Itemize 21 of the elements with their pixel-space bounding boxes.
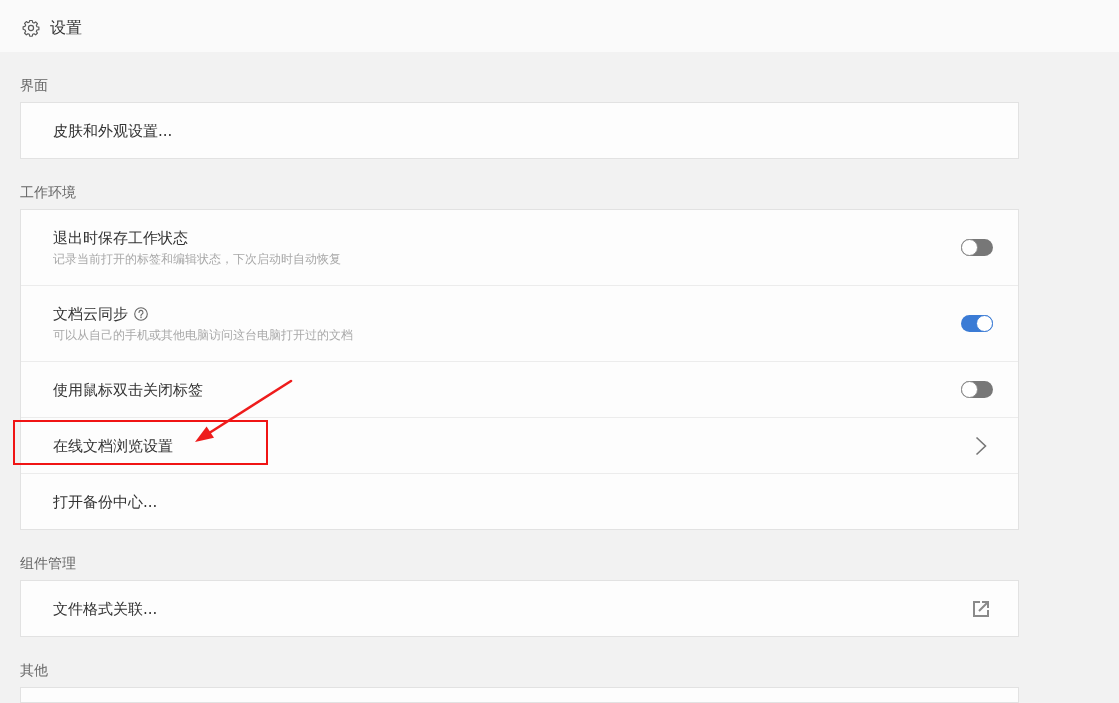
setting-description: 可以从自己的手机或其他电脑访问这台电脑打开过的文档 (53, 328, 353, 343)
setting-link[interactable]: 打开备份中心... (53, 491, 158, 512)
gear-icon (22, 19, 40, 37)
setting-description: 记录当前打开的标签和编辑状态，下次启动时自动恢复 (53, 252, 341, 267)
setting-link[interactable]: 皮肤和外观设置... (53, 120, 173, 141)
section-heading: 组件管理 (20, 554, 76, 573)
section-heading: 界面 (20, 76, 48, 95)
section-heading: 工作环境 (20, 183, 76, 202)
setting-label: 使用鼠标双击关闭标签 (53, 379, 203, 400)
toggle-switch[interactable] (961, 315, 993, 332)
chevron-right-icon[interactable] (975, 435, 987, 456)
setting-label: 文档云同步 (53, 304, 128, 324)
external-link-icon[interactable] (972, 599, 990, 618)
help-icon[interactable] (134, 307, 148, 321)
toggle-switch[interactable] (961, 381, 993, 398)
toggle-switch[interactable] (961, 239, 993, 256)
setting-link[interactable]: 文件格式关联... (53, 598, 158, 619)
setting-label: 在线文档浏览设置 (53, 435, 173, 456)
setting-label: 退出时保存工作状态 (53, 228, 188, 248)
window-title: 设置 (50, 18, 82, 38)
section-heading: 其他 (20, 661, 48, 680)
